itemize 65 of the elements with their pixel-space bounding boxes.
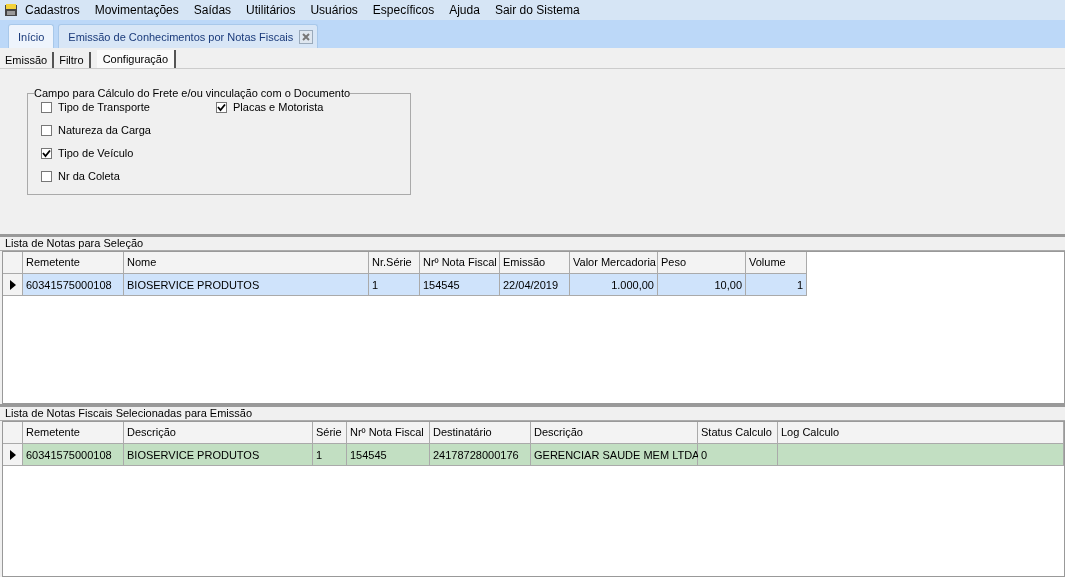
checkbox-label: Placas e Motorista	[233, 101, 324, 113]
app-logo-icon	[3, 2, 19, 18]
row-pointer-icon	[9, 449, 16, 460]
checkbox-label: Nr da Coleta	[58, 170, 120, 182]
table-cell: 154545	[420, 274, 500, 296]
column-header[interactable]: Nrº Nota Fiscal	[420, 252, 500, 274]
menu-item[interactable]: Cadastros	[25, 3, 80, 17]
table-cell: 22/04/2019	[500, 274, 570, 296]
column-header[interactable]: Remetente	[23, 252, 124, 274]
checkbox[interactable]	[216, 101, 227, 113]
table-cell: 60341575000108	[23, 444, 124, 466]
checkbox[interactable]	[41, 124, 52, 136]
table-cell: 60341575000108	[23, 274, 124, 296]
checkbox[interactable]	[41, 101, 52, 113]
table-row[interactable]: 60341575000108 BIOSERVICE PRODUTOS 1 154545 24178728000176 GERENCIAR SAUDE MEM LTDA 0	[3, 444, 1064, 466]
menu-item[interactable]: Sair do Sistema	[494, 3, 580, 17]
checkbox[interactable]	[41, 147, 52, 159]
panel-title: Lista de Notas Fiscais Selecionadas para Emissão	[5, 407, 252, 419]
page-tab[interactable]: Configuração	[96, 50, 177, 68]
checkbox[interactable]	[41, 170, 52, 182]
column-header[interactable]: Peso	[658, 252, 746, 274]
table-cell: 1	[313, 444, 347, 466]
document-tab[interactable]: Início	[8, 24, 55, 48]
group-title: Campo para Cálculo do Frete e/ou vinculação com o Documento	[34, 87, 351, 99]
row-pointer-icon	[9, 279, 16, 290]
menu-item[interactable]: Saídas	[193, 3, 232, 17]
row-indicator[interactable]	[3, 444, 23, 466]
close-icon[interactable]	[299, 29, 314, 44]
page-tab[interactable]: Filtro	[54, 52, 91, 68]
table-cell: GERENCIAR SAUDE MEM LTDA	[531, 444, 698, 466]
menu-item[interactable]: Movimentações	[94, 3, 179, 17]
column-header[interactable]: Nr.Série	[369, 252, 420, 274]
column-header[interactable]: Status Calculo	[698, 422, 778, 444]
table-cell: 0	[698, 444, 778, 466]
column-header[interactable]: Descrição	[531, 422, 698, 444]
table-cell: 24178728000176	[430, 444, 531, 466]
column-header[interactable]: Log Calculo	[778, 422, 1064, 444]
column-header[interactable]: Nome	[124, 252, 369, 274]
checkbox-label: Natureza da Carga	[58, 124, 151, 136]
menu-item[interactable]: Usuários	[310, 3, 358, 17]
column-header[interactable]: Remetente	[23, 422, 124, 444]
menu-item[interactable]: Ajuda	[449, 3, 480, 17]
table-cell: 154545	[347, 444, 430, 466]
menu-item[interactable]: Específicos	[372, 3, 435, 17]
table-row[interactable]: 60341575000108 BIOSERVICE PRODUTOS 1 154545 22/04/2019 1.000,00 10,00 1	[3, 274, 1064, 296]
column-header[interactable]: Valor Mercadoria	[570, 252, 658, 274]
table-cell: BIOSERVICE PRODUTOS	[124, 274, 369, 296]
checkbox-label: Tipo de Veículo	[58, 147, 134, 159]
document-tab[interactable]: Emissão de Conhecimentos por Notas Fiscais	[58, 24, 319, 48]
table-cell: 10,00	[658, 274, 746, 296]
menu-item[interactable]: Utilitários	[246, 3, 296, 17]
panel-title: Lista de Notas para Seleção	[5, 237, 144, 249]
page-tab[interactable]: Emissão	[0, 52, 55, 68]
column-header[interactable]: Série	[313, 422, 347, 444]
column-header[interactable]: Descrição	[124, 422, 313, 444]
row-indicator[interactable]	[3, 274, 23, 296]
table-cell: BIOSERVICE PRODUTOS	[124, 444, 313, 466]
table-cell: 1.000,00	[570, 274, 658, 296]
table-cell: 1	[746, 274, 807, 296]
table-cell: 1	[369, 274, 420, 296]
column-header[interactable]: Volume	[746, 252, 807, 274]
column-header[interactable]: Emissão	[500, 252, 570, 274]
column-header[interactable]: Destinatário	[430, 422, 531, 444]
checkbox-label: Tipo de Transporte	[58, 101, 150, 113]
column-header[interactable]: Nrº Nota Fiscal	[347, 422, 430, 444]
